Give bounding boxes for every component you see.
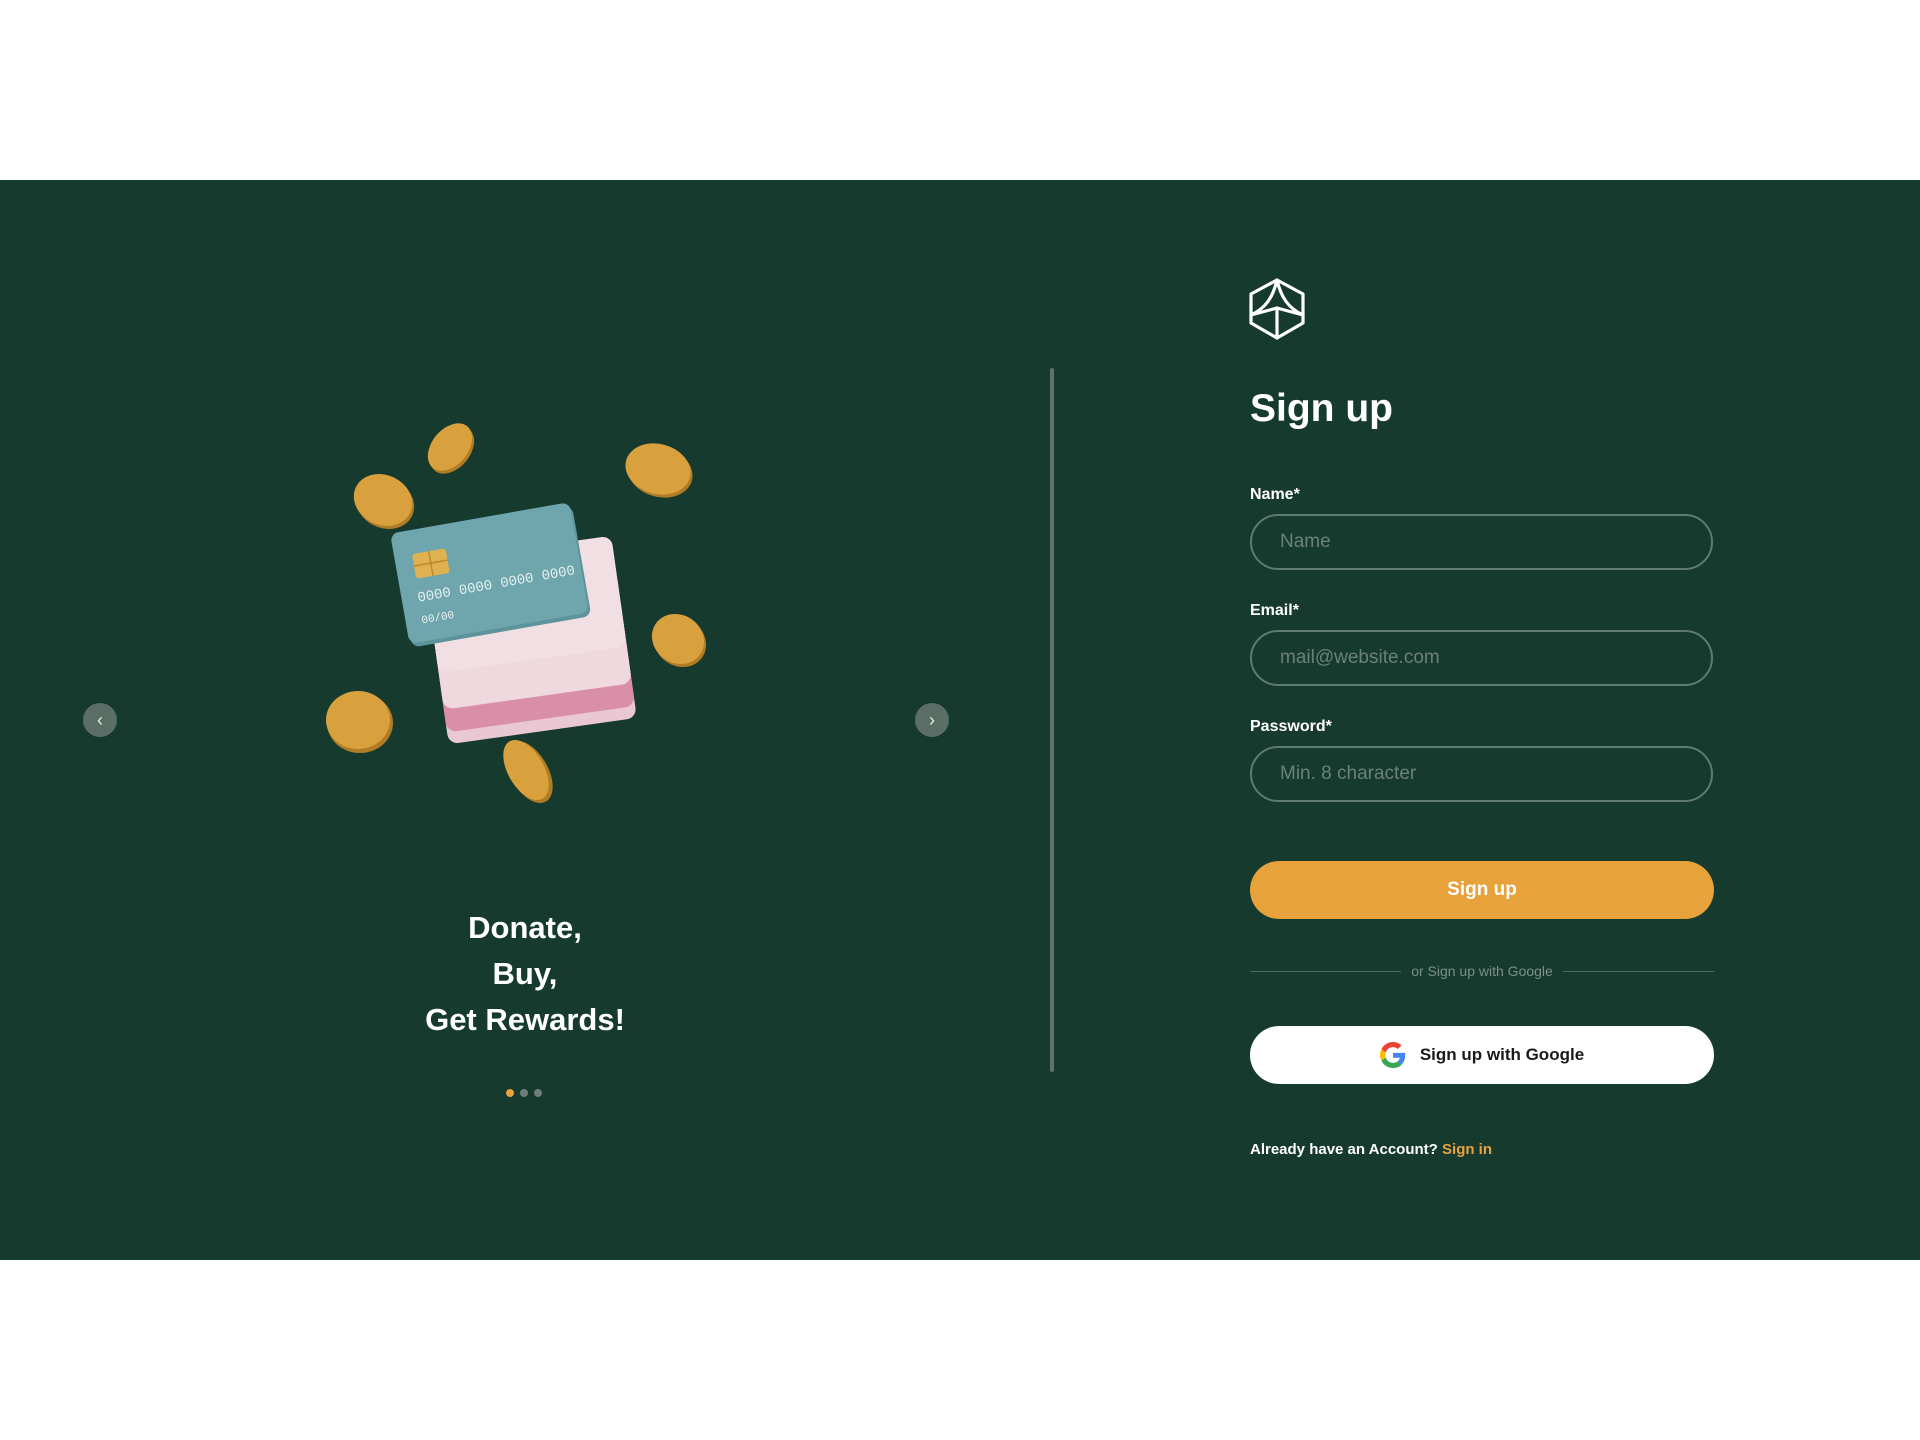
carousel-prev-button[interactable]: ‹ [83, 703, 117, 737]
google-g-icon [1379, 1042, 1406, 1068]
tagline-line: Donate, [468, 910, 582, 945]
signin-link[interactable]: Sign in [1442, 1141, 1492, 1158]
google-signup-button[interactable]: Sign up with Google [1250, 1026, 1714, 1084]
or-divider-text: or Sign up with Google [1411, 963, 1553, 979]
carousel-next-button[interactable]: › [915, 703, 949, 737]
divider-line [1250, 970, 1402, 972]
name-label: Name* [1250, 486, 1300, 503]
chevron-left-icon: ‹ [97, 710, 103, 730]
vertical-divider [1050, 368, 1054, 1072]
password-field[interactable] [1250, 746, 1713, 802]
coin-icon [625, 443, 693, 498]
coin-icon [651, 613, 707, 668]
carousel-tagline: Donate, Buy, Get Rewards! [325, 905, 725, 1043]
page-title: Sign up [1250, 387, 1393, 430]
tagline-line: Get Rewards! [425, 1002, 625, 1037]
email-label: Email* [1250, 602, 1299, 619]
or-divider: or Sign up with Google [1250, 961, 1715, 981]
carousel-dot[interactable] [520, 1089, 528, 1097]
tagline-line: Buy, [492, 956, 558, 991]
signin-prompt: Already have an Account? Sign in [1250, 1141, 1492, 1158]
carousel-dot[interactable] [506, 1089, 514, 1097]
coin-icon [353, 474, 415, 529]
email-field[interactable] [1250, 630, 1713, 686]
coin-icon [326, 691, 393, 753]
google-signup-label: Sign up with Google [1419, 1045, 1585, 1064]
coin-icon [427, 423, 475, 474]
carousel-dot[interactable] [534, 1089, 542, 1097]
cube-leaf-logo-icon [1249, 278, 1305, 340]
coin-icon [503, 740, 553, 803]
carousel-indicators [506, 1089, 542, 1097]
chevron-right-icon: › [929, 710, 935, 730]
name-field[interactable] [1250, 514, 1713, 570]
signup-button[interactable]: Sign up [1250, 861, 1714, 919]
password-label: Password* [1250, 718, 1332, 735]
signin-prompt-text: Already have an Account? [1250, 1141, 1438, 1158]
divider-line [1562, 970, 1715, 972]
hero-illustration: 0000 0000 0000 0000 00/00 [326, 423, 707, 803]
signup-panel: ‹ › 0000 0000 0000 0000 00/00 Donate, Bu… [0, 180, 1920, 1260]
